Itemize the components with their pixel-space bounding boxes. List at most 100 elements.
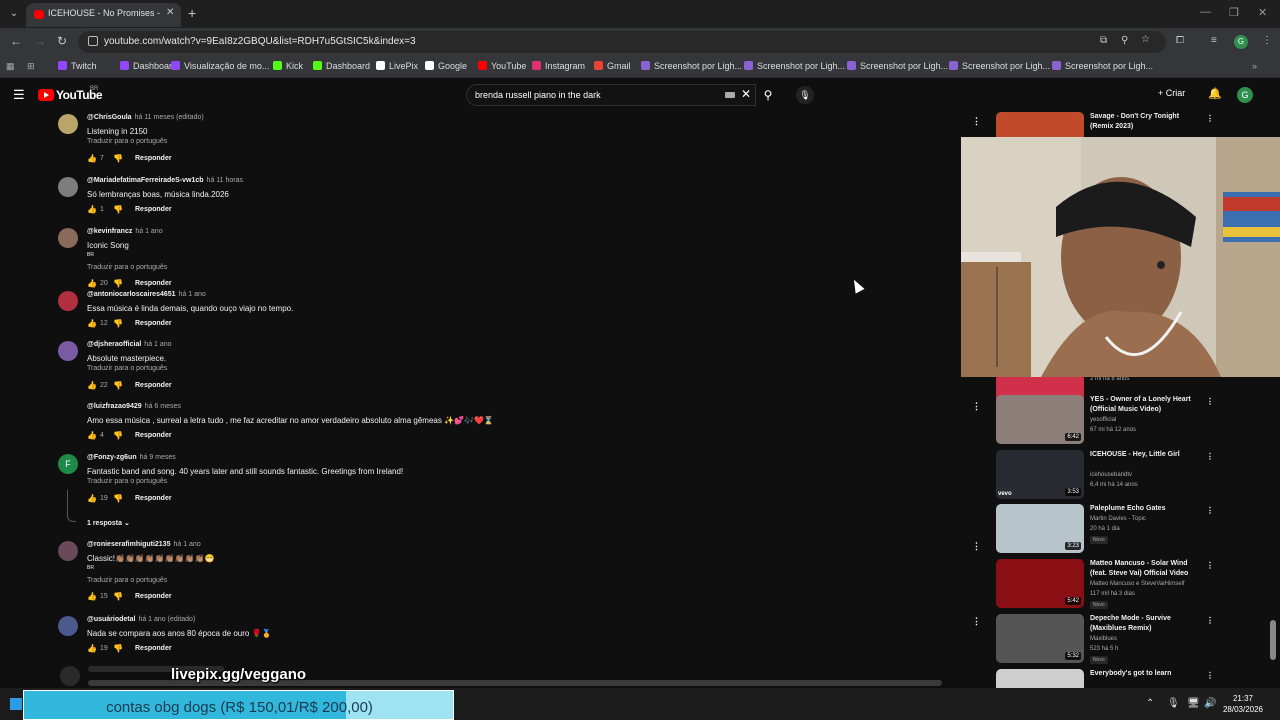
show-hidden-icons-icon[interactable]: ⌃ — [1146, 698, 1154, 709]
windows-start-icon[interactable] — [10, 698, 22, 710]
comment-author[interactable]: @usuáriodetal — [87, 616, 135, 623]
video-title[interactable]: ICEHOUSE - Hey, Little Girl — [1090, 450, 1202, 460]
dislike-icon[interactable]: 👎 — [113, 592, 123, 601]
more-options-icon[interactable]: ⋮ — [1206, 397, 1214, 406]
bookmark-item[interactable]: LivePix — [376, 61, 418, 71]
comment-time[interactable]: há 1 ano — [179, 291, 206, 298]
recommendation-item[interactable]: Everybody's got to learn ⋮ — [996, 669, 1226, 688]
dislike-icon[interactable]: 👎 — [113, 431, 123, 440]
create-button[interactable]: + Criar — [1158, 88, 1185, 98]
extensions-icon[interactable]: ⧠ — [1176, 35, 1184, 46]
volume-icon[interactable]: 🔊 — [1204, 698, 1216, 709]
recommendation-item[interactable]: 5:32 Depeche Mode - Survive (Maxiblues Re… — [996, 614, 1226, 666]
media-control-icon[interactable]: ≡ — [1211, 35, 1217, 46]
like-icon[interactable]: 👍 — [87, 279, 97, 288]
apps-icon[interactable]: ▦ — [6, 61, 15, 72]
site-info-icon[interactable] — [88, 36, 98, 46]
comment-author[interactable]: @ronieserafimhiguti2135 — [87, 541, 170, 548]
video-title[interactable]: Savage - Don't Cry Tonight (Remix 2023) — [1090, 112, 1202, 132]
like-icon[interactable]: 👍 — [87, 319, 97, 328]
tab-close-icon[interactable]: ✕ — [166, 7, 174, 18]
comment-time[interactable]: há 1 ano (editado) — [138, 616, 195, 623]
recommendation-item[interactable]: vevo 3:53 ICEHOUSE - Hey, Little Girl iceho… — [996, 450, 1226, 502]
video-title[interactable]: Depeche Mode - Survive (Maxiblues Remix) — [1090, 614, 1202, 634]
comment-avatar[interactable] — [58, 403, 78, 423]
youtube-logo-icon[interactable] — [38, 89, 54, 101]
video-channel[interactable]: Matteo Mancuso e SteveVaiHimself — [1090, 581, 1185, 587]
zoom-icon[interactable]: ⚲ — [1121, 35, 1128, 46]
comment-author[interactable]: @Fonzy-zg6un — [87, 454, 137, 461]
reply-button[interactable]: Responder — [135, 495, 172, 502]
like-icon[interactable]: 👍 — [87, 381, 97, 390]
more-options-icon[interactable]: ⋮ — [1206, 114, 1214, 123]
comment-time[interactable]: há 1 ano — [144, 341, 171, 348]
bookmark-item[interactable]: Screenshot por Ligh... — [949, 61, 1050, 71]
comment-time[interactable]: há 1 ano — [135, 228, 162, 235]
clear-search-icon[interactable]: ✕ — [741, 87, 751, 101]
translate-link[interactable]: Traduzir para o português — [87, 577, 167, 584]
translate-link[interactable]: Traduzir para o português — [87, 264, 167, 271]
video-thumbnail[interactable]: 5:42 — [996, 559, 1084, 608]
close-window-icon[interactable]: ✕ — [1258, 6, 1267, 19]
replies-toggle[interactable]: 1 resposta ⌄ — [87, 519, 130, 527]
bookmark-item[interactable]: Instagram — [532, 61, 585, 71]
more-options-icon[interactable]: ⋮ — [1206, 671, 1214, 680]
microphone-icon[interactable]: 🎙 — [1167, 698, 1180, 709]
bookmark-item[interactable]: Screenshot por Ligh... — [847, 61, 948, 71]
dislike-icon[interactable]: 👎 — [113, 154, 123, 163]
menu-icon[interactable]: ⋮ — [1262, 35, 1272, 46]
comment-avatar[interactable] — [58, 228, 78, 248]
video-title[interactable]: Everybody's got to learn — [1090, 669, 1202, 679]
more-options-icon[interactable]: ⋮ — [1206, 561, 1214, 570]
video-title[interactable]: Matteo Mancuso - Solar Wind (feat. Steve… — [1090, 559, 1202, 579]
reply-button[interactable]: Responder — [135, 382, 172, 389]
reply-button[interactable]: Responder — [135, 280, 172, 287]
section-more-icon[interactable]: ⋮ — [972, 116, 981, 127]
like-icon[interactable]: 👍 — [87, 644, 97, 653]
bookmark-item[interactable]: Gmail — [594, 61, 631, 71]
recommendation-item[interactable]: 3:23 Paleplume Echo Gates Martin Davies - … — [996, 504, 1226, 556]
bookmark-item[interactable]: Twitch — [58, 61, 97, 71]
voice-search-icon[interactable]: 🎙 — [796, 86, 814, 104]
comment-author[interactable]: @kevinfrancz — [87, 228, 132, 235]
bookmark-item[interactable]: Screenshot por Ligh... — [1052, 61, 1153, 71]
translate-link[interactable]: Traduzir para o português — [87, 138, 167, 145]
like-icon[interactable]: 👍 — [87, 431, 97, 440]
vertical-scrollbar[interactable] — [1270, 620, 1276, 660]
recommendation-item[interactable]: 6:42 YES - Owner of a Lonely Heart (Offic… — [996, 395, 1226, 447]
search-button[interactable]: ⚲ — [756, 84, 780, 106]
video-thumbnail[interactable]: 6:42 — [996, 395, 1084, 444]
minimize-icon[interactable]: — — [1200, 6, 1211, 18]
reply-button[interactable]: Responder — [135, 320, 172, 327]
comment-time[interactable]: há 11 meses (editado) — [135, 114, 204, 121]
comment-avatar[interactable]: F — [58, 454, 78, 474]
video-title[interactable]: Paleplume Echo Gates — [1090, 504, 1202, 514]
comment-time[interactable]: há 6 meses — [145, 403, 181, 410]
forward-icon[interactable]: → — [34, 34, 46, 48]
new-tab-icon[interactable]: + — [188, 5, 196, 21]
tab-groups-icon[interactable]: ⊞ — [27, 61, 35, 72]
reply-button[interactable]: Responder — [135, 155, 172, 162]
back-icon[interactable]: ← — [10, 34, 22, 48]
section-more-icon[interactable]: ⋮ — [972, 616, 981, 627]
section-more-icon[interactable]: ⋮ — [972, 541, 981, 552]
more-options-icon[interactable]: ⋮ — [1206, 506, 1214, 515]
search-input[interactable]: brenda russell piano in the dark ✕ — [466, 84, 756, 106]
profile-avatar[interactable]: G — [1234, 35, 1248, 49]
address-bar[interactable]: youtube.com/watch?v=9EaI8z2GBQU&list=RDH… — [78, 31, 1166, 53]
bookmark-item[interactable]: YouTube — [478, 61, 526, 71]
bookmark-item[interactable]: Screenshot por Ligh... — [744, 61, 845, 71]
comment-avatar[interactable] — [58, 177, 78, 197]
more-bookmarks-icon[interactable]: » — [1252, 61, 1257, 71]
dislike-icon[interactable]: 👎 — [113, 279, 123, 288]
section-more-icon[interactable]: ⋮ — [972, 401, 981, 412]
bookmark-item[interactable]: Dashboard — [313, 61, 370, 71]
translate-link[interactable]: Traduzir para o português — [87, 365, 167, 372]
network-icon[interactable]: 🖥 — [1187, 698, 1200, 709]
reply-button[interactable]: Responder — [135, 432, 172, 439]
notifications-icon[interactable]: 🔔 — [1208, 87, 1222, 100]
recommendation-item[interactable]: 5:42 Matteo Mancuso - Solar Wind (feat. S… — [996, 559, 1226, 611]
reply-button[interactable]: Responder — [135, 206, 172, 213]
video-channel[interactable]: yesofficial — [1090, 417, 1116, 423]
tab-active[interactable]: ICEHOUSE - No Promises - Offi ✕ — [26, 3, 181, 27]
